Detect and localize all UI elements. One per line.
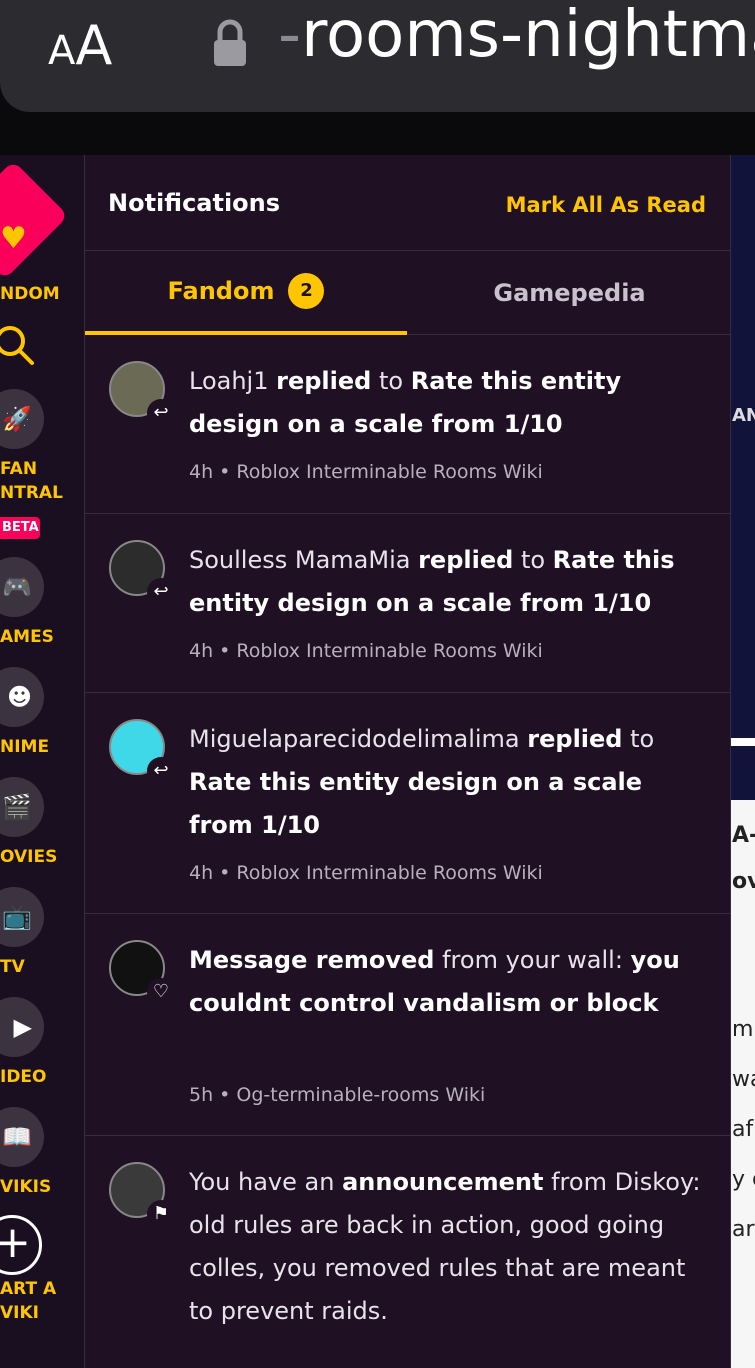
url-prefix: - bbox=[278, 0, 302, 72]
notification-target[interactable]: Rate this entity design on a scale from … bbox=[189, 768, 642, 839]
reply-icon: ↩ bbox=[147, 578, 175, 606]
search-icon[interactable] bbox=[0, 323, 36, 367]
notification-action: replied bbox=[276, 367, 372, 395]
background-text: ov bbox=[732, 869, 755, 894]
background-hero-line bbox=[730, 738, 755, 746]
notification-action: replied bbox=[418, 546, 514, 574]
notification-connector: to bbox=[378, 367, 404, 395]
notification-user: Loahj1 bbox=[189, 367, 269, 395]
rail-start-wiki-label2: VIKI bbox=[0, 1303, 39, 1323]
unread-count-badge: 2 bbox=[288, 273, 325, 309]
notification-item[interactable]: ⚑ You have an announcement from Diskoy: … bbox=[85, 1136, 730, 1368]
notifications-panel: Notifications Mark All As Read Fandom 2 … bbox=[84, 155, 731, 1368]
notification-user: Miguelaparecidodelimalima bbox=[189, 725, 520, 753]
text-size-large: A bbox=[75, 14, 113, 77]
plus-icon[interactable]: + bbox=[0, 1215, 42, 1275]
notification-text: Message removed from your wall: you coul… bbox=[189, 939, 709, 1025]
background-text: AN bbox=[732, 405, 755, 426]
notification-connector: to bbox=[520, 546, 546, 574]
notification-item[interactable]: ♡ Message removed from your wall: you co… bbox=[85, 914, 730, 1136]
background-text: wa bbox=[732, 1067, 755, 1092]
notification-lead: Message removed bbox=[189, 946, 435, 974]
heart-icon: ♥ bbox=[0, 221, 27, 256]
notification-text: Miguelaparecidodelimalima replied to Rat… bbox=[189, 718, 709, 847]
notification-user: Soulless MamaMia bbox=[189, 546, 411, 574]
heart-icon: ♡ bbox=[147, 978, 175, 1006]
notification-item[interactable]: ↩ Soulless MamaMia replied to Rate this … bbox=[85, 514, 730, 693]
rail-item-video-label: IDEO bbox=[0, 1067, 47, 1087]
url-text[interactable]: -rooms-nightma bbox=[278, 0, 755, 72]
tv-icon[interactable]: 📺 bbox=[0, 887, 44, 947]
notifications-header: Notifications Mark All As Read bbox=[85, 155, 730, 251]
tab-fandom-label: Fandom bbox=[167, 277, 275, 305]
notification-item[interactable]: ↩ Loahj1 replied to Rate this entity des… bbox=[85, 335, 730, 514]
reply-icon: ↩ bbox=[147, 757, 175, 785]
notification-text: Loahj1 replied to Rate this entity desig… bbox=[189, 360, 709, 446]
play-icon[interactable]: ▶ bbox=[0, 997, 44, 1057]
rail-item-fan-central-label2: NTRAL bbox=[0, 483, 63, 503]
notifications-tabs: Fandom 2 Gamepedia bbox=[85, 251, 730, 335]
rail-item-tv-label: TV bbox=[0, 957, 25, 977]
notification-body: old rules are back in action, good going… bbox=[189, 1211, 686, 1325]
anime-face-icon[interactable]: ☻ bbox=[0, 667, 44, 727]
beta-badge: BETA bbox=[0, 517, 40, 539]
reply-icon: ↩ bbox=[147, 399, 175, 427]
browser-toolbar: AA -rooms-nightma bbox=[0, 0, 755, 155]
notification-meta: 4h • Roblox Interminable Rooms Wiki bbox=[189, 640, 543, 662]
tab-gamepedia-label: Gamepedia bbox=[493, 279, 646, 307]
rail-item-anime-label: NIME bbox=[0, 737, 50, 757]
notification-meta: 5h • Og-terminable-rooms Wiki bbox=[189, 1084, 486, 1106]
book-icon[interactable]: 📖 bbox=[0, 1107, 44, 1167]
notification-middle: from Diskoy: bbox=[551, 1168, 701, 1196]
notification-item[interactable]: ↩ Miguelaparecidodelimalima replied to R… bbox=[85, 693, 730, 914]
notification-meta: 4h • Roblox Interminable Rooms Wiki bbox=[189, 862, 543, 884]
notification-pre: You have an bbox=[189, 1168, 335, 1196]
background-text: af bbox=[732, 1117, 754, 1142]
notifications-title: Notifications bbox=[108, 189, 281, 217]
background-text: ar bbox=[732, 1217, 755, 1242]
mark-all-read-button[interactable]: Mark All As Read bbox=[506, 193, 706, 217]
fandom-global-nav: ♥ NDOM 🚀 FAN NTRAL BETA 🎮 AMES ☻ NIME 🎬 … bbox=[0, 155, 84, 1368]
rail-logo-label: NDOM bbox=[0, 284, 60, 304]
text-size-small: A bbox=[48, 28, 76, 74]
background-text: A- bbox=[732, 823, 755, 848]
rocket-icon[interactable]: 🚀 bbox=[0, 389, 44, 449]
flag-icon: ⚑ bbox=[147, 1200, 175, 1228]
gamepad-icon[interactable]: 🎮 bbox=[0, 557, 44, 617]
notification-meta: 4h • Roblox Interminable Rooms Wiki bbox=[189, 461, 543, 483]
address-bar[interactable]: AA -rooms-nightma bbox=[0, 0, 755, 112]
background-text: y c bbox=[732, 1167, 755, 1192]
notification-text: Soulless MamaMia replied to Rate this en… bbox=[189, 539, 709, 625]
rail-item-wikis-label: VIKIS bbox=[0, 1177, 52, 1197]
rail-item-games-label: AMES bbox=[0, 627, 54, 647]
lock-icon bbox=[214, 19, 246, 66]
rail-item-fan-central-label: FAN bbox=[0, 459, 38, 479]
notification-connector: to bbox=[630, 725, 655, 753]
notification-action: replied bbox=[527, 725, 623, 753]
fandom-logo[interactable] bbox=[0, 160, 69, 280]
background-hero: AN bbox=[730, 155, 755, 800]
rail-item-movies-label: OVIES bbox=[0, 847, 58, 867]
notification-text: You have an announcement from Diskoy: ol… bbox=[189, 1161, 709, 1333]
notification-lead: announcement bbox=[342, 1168, 544, 1196]
rail-start-wiki-label: ART A bbox=[0, 1279, 57, 1299]
notification-middle: from your wall: bbox=[442, 946, 623, 974]
tab-gamepedia[interactable]: Gamepedia bbox=[407, 251, 732, 335]
text-size-button[interactable]: AA bbox=[48, 14, 112, 77]
tab-fandom[interactable]: Fandom 2 bbox=[85, 251, 407, 335]
url-domain: rooms-nightma bbox=[301, 0, 755, 72]
background-text: m bbox=[732, 1017, 754, 1042]
clapperboard-icon[interactable]: 🎬 bbox=[0, 777, 44, 837]
background-page: AN A- ov m wa af y c ar bbox=[730, 155, 755, 1368]
